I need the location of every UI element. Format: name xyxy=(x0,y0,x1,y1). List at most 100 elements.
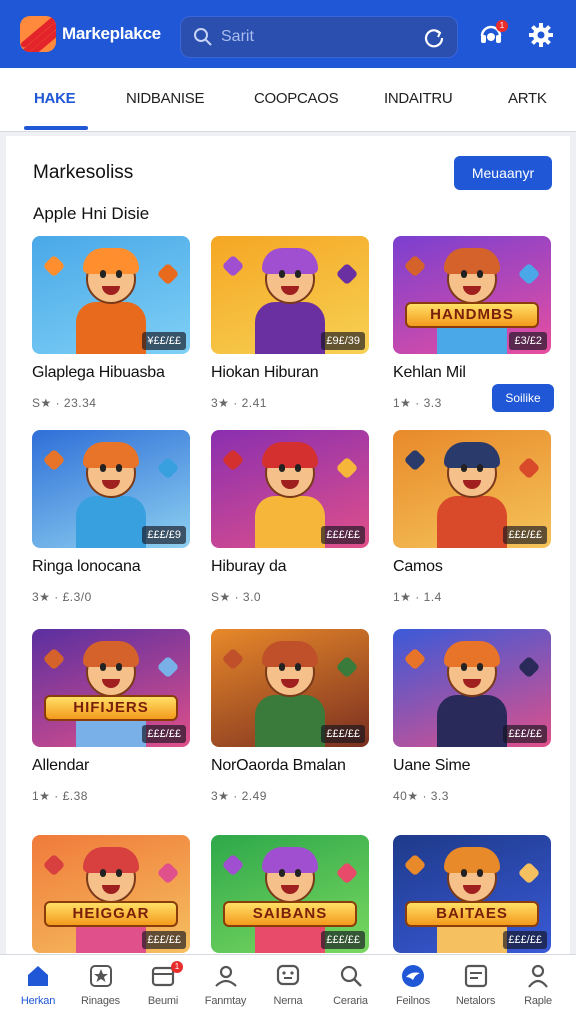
nav-item[interactable]: Feilnos xyxy=(383,963,443,1007)
nav-item-label: Herkan xyxy=(20,995,56,1007)
product-title[interactable]: Hiokan Hiburan xyxy=(211,364,371,382)
product-card[interactable]: ¥££/££ Glaplega Hibuasba S★ · 23.34 xyxy=(32,236,192,410)
nav-item-label: Fanmtay xyxy=(204,995,247,1007)
profile-icon xyxy=(528,964,548,988)
product-card[interactable]: HIFIJERS £££/££ Allendar 1★ · £.38 xyxy=(32,629,192,803)
chat-face-icon xyxy=(276,964,300,986)
product-card[interactable]: £9£/39 Hiokan Hiburan 3★ · 2.41 xyxy=(211,236,371,410)
product-thumbnail[interactable]: HIFIJERS £££/££ xyxy=(32,629,190,747)
price-tag: £££/££ xyxy=(503,931,547,949)
notifications-button[interactable]: 1 xyxy=(478,20,508,53)
product-title[interactable]: Glaplega Hibuasba xyxy=(32,364,192,382)
product-card[interactable]: HEIGGAR £££/££ xyxy=(32,835,192,953)
product-rating: 40★ · 3.3 xyxy=(393,789,449,803)
nav-item-label: Raple xyxy=(524,995,552,1007)
price-tag: £3/£2 xyxy=(509,332,547,350)
product-title[interactable]: NorOaorda Bmalan xyxy=(211,757,371,775)
product-rating: 1★ · 3.3 xyxy=(393,396,442,410)
product-title[interactable]: Ringa lonocana xyxy=(32,558,192,576)
product-thumbnail[interactable]: £££/££ xyxy=(393,430,551,548)
product-rating: 3★ · £.3/0 xyxy=(32,590,92,604)
nav-item[interactable]: Ceraria xyxy=(321,963,381,1007)
nav-item-label: Rinages xyxy=(81,995,120,1007)
price-tag: £££/££ xyxy=(321,931,365,949)
nav-item[interactable]: Rinages xyxy=(71,963,131,1007)
product-thumbnail[interactable]: SAIBANS £££/££ xyxy=(211,835,369,953)
game-logo-banner: HIFIJERS xyxy=(44,695,178,721)
section-subheading: Apple Hni Disie xyxy=(33,204,150,223)
notification-badge: 1 xyxy=(496,20,508,32)
product-rating: 1★ · 1.4 xyxy=(393,590,442,604)
nav-item[interactable]: Nerna xyxy=(258,963,318,1007)
manage-button[interactable]: Meuaanyr xyxy=(454,156,552,190)
product-card[interactable]: HANDMBS £3/£2 Kehlan Mil 1★ · 3.3 xyxy=(393,236,553,410)
tab-indaitru[interactable]: INDAITRU xyxy=(384,90,453,107)
game-logo-banner: SAIBANS xyxy=(223,901,357,927)
marketplace-content: Markesoliss Meuaanyr Apple Hni Disie Soi… xyxy=(6,136,570,954)
nav-item-label: Feilnos xyxy=(395,995,431,1007)
tab-nidbanise[interactable]: NIDBANISE xyxy=(126,90,204,107)
product-card[interactable]: SAIBANS £££/££ xyxy=(211,835,371,953)
price-tag: £££/££ xyxy=(503,725,547,743)
product-title[interactable]: Kehlan Mil xyxy=(393,364,553,382)
product-thumbnail[interactable]: ¥££/££ xyxy=(32,236,190,354)
product-rating: S★ · 3.0 xyxy=(211,590,262,604)
price-tag: £££/££ xyxy=(503,526,547,544)
nav-item[interactable]: Fanmtay xyxy=(196,963,256,1007)
section-title: Markesoliss xyxy=(33,162,134,183)
product-thumbnail[interactable]: £££/££ xyxy=(211,430,369,548)
nav-item-label: Netalors xyxy=(455,995,496,1007)
price-tag: ¥££/££ xyxy=(142,332,186,350)
product-card[interactable]: £££/£9 Ringa lonocana 3★ · £.3/0 xyxy=(32,430,192,604)
settings-button[interactable] xyxy=(528,22,554,53)
game-logo-banner: HANDMBS xyxy=(405,302,539,328)
product-title[interactable]: Uane Sime xyxy=(393,757,553,775)
tab-hake[interactable]: HAKE xyxy=(34,90,76,107)
price-tag: £££/££ xyxy=(142,931,186,949)
nav-item[interactable]: Herkan xyxy=(8,963,68,1007)
search-input[interactable] xyxy=(221,28,401,46)
product-card[interactable]: £££/££ NorOaorda Bmalan 3★ · 2.49 xyxy=(211,629,371,803)
product-thumbnail[interactable]: HANDMBS £3/£2 xyxy=(393,236,551,354)
product-title[interactable]: Camos xyxy=(393,558,553,576)
product-thumbnail[interactable]: £9£/39 xyxy=(211,236,369,354)
user-icon xyxy=(214,965,237,987)
product-title[interactable]: Hiburay da xyxy=(211,558,371,576)
search-icon xyxy=(194,28,212,46)
nav-item-label: Nerna xyxy=(273,995,303,1007)
product-card[interactable]: £££/££ Hiburay da S★ · 3.0 xyxy=(211,430,371,604)
product-thumbnail[interactable]: BAITAES £££/££ xyxy=(393,835,551,953)
product-title[interactable]: Allendar xyxy=(32,757,192,775)
product-card[interactable]: BAITAES £££/££ xyxy=(393,835,553,953)
product-thumbnail[interactable]: HEIGGAR £££/££ xyxy=(32,835,190,953)
product-rating: 1★ · £.38 xyxy=(32,789,88,803)
game-logo-banner: BAITAES xyxy=(405,901,539,927)
search-bar[interactable] xyxy=(180,16,458,58)
product-thumbnail[interactable]: £££/££ xyxy=(393,629,551,747)
nav-badge: 1 xyxy=(171,961,183,973)
product-rating: 3★ · 2.41 xyxy=(211,396,267,410)
star-badge-icon xyxy=(89,965,112,987)
tab-artk[interactable]: ARTK xyxy=(508,90,547,107)
product-thumbnail[interactable]: £££/£9 xyxy=(32,430,190,548)
category-tabs: HAKE NIDBANISE COOPCAOS INDAITRU ARTK xyxy=(0,68,576,132)
home-icon xyxy=(28,966,48,986)
gear-icon xyxy=(529,23,553,47)
nav-item-label: Beumi xyxy=(147,995,179,1007)
nav-item[interactable]: Netalors xyxy=(446,963,506,1007)
product-card[interactable]: £££/££ Camos 1★ · 1.4 xyxy=(393,430,553,604)
product-rating: S★ · 23.34 xyxy=(32,396,97,410)
marketplace-app: Markeplakce 1 HAKE NIDBANISE COOPCAOS IN… xyxy=(0,0,576,1024)
product-thumbnail[interactable]: £££/££ xyxy=(211,629,369,747)
refresh-icon[interactable] xyxy=(423,27,445,49)
top-app-bar: Markeplakce 1 xyxy=(0,0,576,68)
message-box-icon xyxy=(464,964,487,988)
price-tag: £££/££ xyxy=(321,526,365,544)
tab-coopcaos[interactable]: COOPCAOS xyxy=(254,90,339,107)
nav-item[interactable]: 1 Beumi xyxy=(133,961,193,1007)
search-icon xyxy=(340,965,362,987)
app-logo-icon[interactable] xyxy=(20,16,56,52)
nav-item[interactable]: Raple xyxy=(508,963,568,1007)
product-card[interactable]: £££/££ Uane Sime 40★ · 3.3 xyxy=(393,629,553,803)
game-logo-banner: HEIGGAR xyxy=(44,901,178,927)
